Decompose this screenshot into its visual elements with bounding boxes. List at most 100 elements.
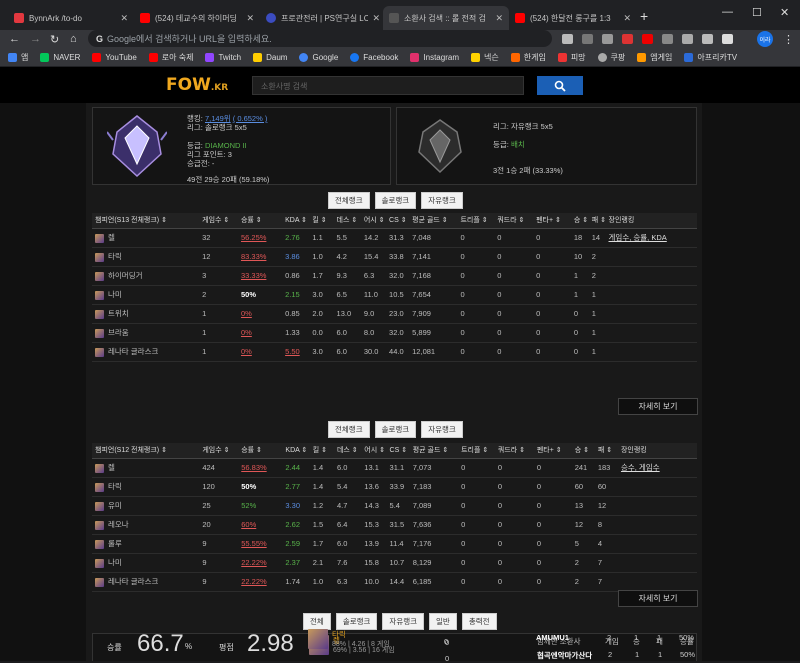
address-bar[interactable]: G Google에서 검색하거나 URL을 입력하세요. bbox=[88, 30, 552, 47]
filter-flex-rank[interactable]: 자유랭크 bbox=[421, 421, 463, 438]
col-champion[interactable]: 챔피언(S13 전체랭크) ⇕ bbox=[92, 213, 200, 229]
bookmark-coupang[interactable]: 쿠팡 bbox=[597, 52, 625, 63]
filter-solo-rank[interactable]: 솔로랭크 bbox=[374, 192, 417, 209]
back-button[interactable]: ← bbox=[9, 33, 20, 45]
browser-tab[interactable]: (524) 데교수의 하이머딩 ✕ bbox=[134, 6, 260, 30]
cell-champion[interactable]: 타릭 bbox=[92, 247, 200, 267]
col-cs[interactable]: CS ⇕ bbox=[386, 213, 410, 229]
filter-all-rank[interactable]: 전체랭크 bbox=[328, 192, 370, 209]
cell-champion[interactable]: 나미 bbox=[92, 553, 200, 573]
col-kda[interactable]: KDA ⇕ bbox=[282, 213, 310, 229]
cell-mastery[interactable] bbox=[605, 247, 697, 267]
close-tab-icon[interactable]: ✕ bbox=[120, 13, 128, 24]
bookmark-nexon[interactable]: 넥슨 bbox=[470, 52, 499, 63]
bookmark-loa[interactable]: 로아 숙제 bbox=[148, 52, 193, 63]
browser-tab-active[interactable]: 소환사 검색 :: 롤 전적 검 ✕ bbox=[383, 6, 509, 30]
bookmark-pmang[interactable]: 피망 bbox=[557, 52, 586, 63]
profile-avatar[interactable]: 이라 bbox=[757, 31, 773, 47]
col-wins[interactable]: 승 ⇕ bbox=[570, 213, 589, 229]
col-triple[interactable]: 트리플 ⇕ bbox=[457, 213, 495, 229]
cell-mastery[interactable] bbox=[605, 323, 697, 343]
bookmark-apps[interactable]: 앱 bbox=[8, 52, 28, 63]
cell-mastery[interactable] bbox=[617, 477, 697, 497]
cell-champion[interactable]: 유미 bbox=[92, 496, 200, 516]
extension-icon[interactable] bbox=[562, 34, 573, 44]
col-deaths[interactable]: 데스 ⇕ bbox=[333, 443, 362, 459]
cell-champion[interactable]: 브라움 bbox=[92, 323, 200, 343]
bookmark-twitch[interactable]: Twitch bbox=[205, 53, 241, 62]
close-tab-icon[interactable]: ✕ bbox=[495, 13, 503, 24]
col-triple[interactable]: 트리플 ⇕ bbox=[458, 443, 495, 459]
cell-champion[interactable]: 룰루 bbox=[92, 534, 200, 554]
cell-champion[interactable]: 트위치 bbox=[92, 304, 200, 324]
view-more-button[interactable]: 자세히 보기 bbox=[618, 590, 698, 607]
extension-icon[interactable] bbox=[602, 34, 613, 44]
col-penta[interactable]: 펜타+ ⇕ bbox=[533, 213, 571, 229]
col-wins[interactable]: 승 ⇕ bbox=[571, 443, 595, 459]
col-losses[interactable]: 패 ⇕ bbox=[594, 443, 618, 459]
view-more-button[interactable]: 자세히 보기 bbox=[618, 398, 698, 415]
sidebar-icon[interactable] bbox=[722, 34, 733, 44]
search-button[interactable] bbox=[537, 76, 583, 95]
col-winrate[interactable]: 승률 ⇕ bbox=[237, 213, 283, 229]
browser-tab[interactable]: 프로관전러 | PS연구실 LC ✕ bbox=[260, 6, 386, 30]
cell-champion[interactable]: 타릭 bbox=[92, 477, 200, 497]
cell-champion[interactable]: 렐 bbox=[92, 228, 200, 248]
close-tab-icon[interactable]: ✕ bbox=[372, 13, 380, 24]
cell-champion[interactable]: 레오나 bbox=[92, 515, 200, 535]
cell-champion[interactable]: 레나타 글라스크 bbox=[92, 572, 200, 592]
col-deaths[interactable]: 데스 ⇕ bbox=[333, 213, 361, 229]
cell-champion[interactable]: 나미 bbox=[92, 285, 200, 305]
close-tab-icon[interactable]: ✕ bbox=[623, 13, 631, 24]
bookmark-google[interactable]: Google bbox=[299, 53, 338, 62]
bookmark-instagram[interactable]: Instagram bbox=[410, 53, 459, 62]
col-champion[interactable]: 챔피언(S12 전체랭크) ⇕ bbox=[92, 443, 200, 459]
cell-mastery[interactable] bbox=[617, 553, 697, 573]
col-quadra[interactable]: 쿼드라 ⇕ bbox=[494, 213, 534, 229]
cell-mastery[interactable] bbox=[605, 304, 697, 324]
extension-icon[interactable] bbox=[582, 34, 593, 44]
youtube-extension-icon[interactable] bbox=[642, 34, 653, 44]
col-gold[interactable]: 평균 골드 ⇕ bbox=[409, 443, 459, 459]
col-quadra[interactable]: 쿼드라 ⇕ bbox=[494, 443, 534, 459]
bookmark-youtube[interactable]: YouTube bbox=[92, 53, 137, 62]
cell-mastery[interactable] bbox=[617, 572, 697, 592]
cell-mastery[interactable] bbox=[617, 534, 697, 554]
filter-all-rank[interactable]: 전체랭크 bbox=[328, 421, 370, 438]
home-button[interactable]: ⌂ bbox=[70, 33, 77, 45]
summoner-search-input[interactable]: 소환사명 검색 bbox=[252, 76, 524, 95]
col-games[interactable]: 게임수 ⇕ bbox=[199, 213, 238, 229]
cell-champion[interactable]: 렐 bbox=[92, 458, 200, 478]
bookmark-afreecatv[interactable]: 아프리카TV bbox=[684, 52, 737, 63]
puzzle-icon[interactable] bbox=[702, 34, 713, 44]
col-cs[interactable]: CS ⇕ bbox=[386, 443, 410, 459]
cell-champion[interactable]: 하이머딩거 bbox=[92, 266, 200, 286]
reload-button[interactable]: ↻ bbox=[50, 33, 59, 46]
cell-mastery[interactable] bbox=[605, 266, 697, 286]
cell-mastery[interactable] bbox=[605, 342, 697, 362]
bookmark-daum[interactable]: Daum bbox=[253, 53, 287, 62]
bookmark-naver[interactable]: NAVER bbox=[40, 53, 80, 62]
col-assists[interactable]: 어시 ⇕ bbox=[360, 213, 387, 229]
extension-badge-icon[interactable] bbox=[622, 34, 633, 44]
new-tab-button[interactable]: + bbox=[640, 8, 648, 24]
filter-flex-rank[interactable]: 자유랭크 bbox=[421, 192, 463, 209]
cell-mastery[interactable] bbox=[617, 496, 697, 516]
cell-mastery[interactable] bbox=[617, 515, 697, 535]
col-kills[interactable]: 킬 ⇕ bbox=[309, 213, 334, 229]
fow-logo[interactable]: FOW.KR bbox=[166, 75, 228, 95]
bookmark-facebook[interactable]: Facebook bbox=[350, 53, 398, 62]
menu-dots-icon[interactable]: ⋮ bbox=[783, 33, 794, 46]
col-penta[interactable]: 펜타+ ⇕ bbox=[533, 443, 572, 459]
cell-mastery[interactable] bbox=[605, 285, 697, 305]
browser-tab[interactable]: (524) 한달전 롱구를 1:3 ✕ bbox=[509, 6, 637, 30]
extension-icon[interactable] bbox=[662, 34, 673, 44]
together-summoner[interactable]: AMUMU1 bbox=[536, 633, 569, 642]
bookmark-mgame[interactable]: 엠게임 bbox=[637, 52, 672, 63]
extension-icon[interactable] bbox=[682, 34, 693, 44]
cell-mastery[interactable]: 승수, 게임수 bbox=[617, 458, 697, 478]
col-kills[interactable]: 킬 ⇕ bbox=[309, 443, 334, 459]
filter-solo-rank[interactable]: 솔로랭크 bbox=[374, 421, 417, 438]
maximize-button[interactable]: ☐ bbox=[752, 6, 762, 19]
bookmark-hangame[interactable]: 한게임 bbox=[510, 52, 546, 63]
